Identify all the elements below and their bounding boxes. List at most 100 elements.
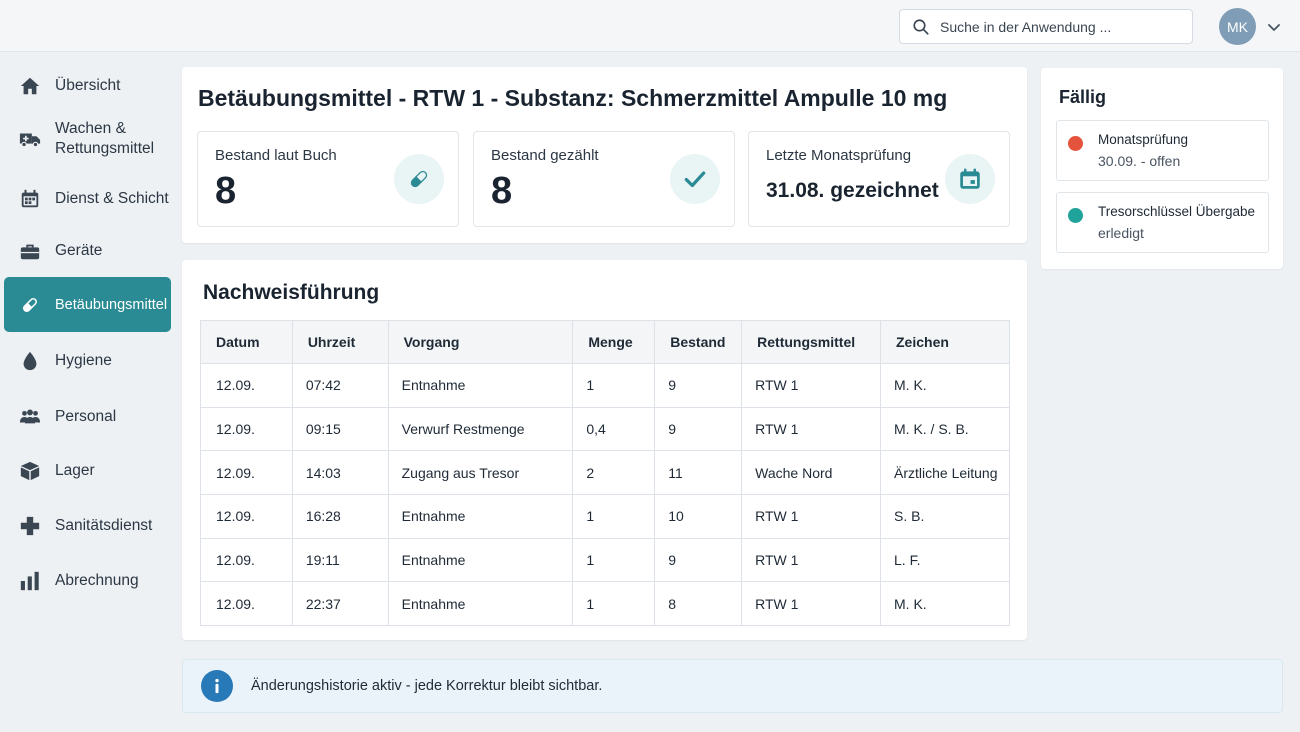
stat-label: Bestand laut Buch	[215, 147, 337, 164]
cell-zeichen: M. K.	[880, 581, 1010, 627]
due-item-title: Monatsprüfung	[1098, 132, 1189, 147]
briefcase-icon	[19, 240, 41, 262]
pill-icon	[19, 294, 41, 316]
stat-label: Bestand gezählt	[491, 147, 599, 164]
table-row[interactable]: 12.09. 19:11 Entnahme 1 9 RTW 1 L. F.	[200, 537, 1010, 583]
sidebar-item-label: Sanitätsdienst	[55, 517, 153, 534]
info-bar: Änderungshistorie aktiv - jede Korrektur…	[182, 659, 1283, 713]
calendar-icon	[19, 188, 41, 210]
table-row[interactable]: 12.09. 14:03 Zugang aus Tresor 2 11 Wach…	[200, 450, 1010, 496]
cell-zeichen: M. K. / S. B.	[880, 406, 1010, 452]
status-dot-done	[1068, 208, 1083, 223]
column-header-zeichen[interactable]: Zeichen	[880, 320, 1010, 364]
stat-label: Letzte Monatsprüfung	[766, 147, 912, 164]
cell-datum: 12.09.	[200, 494, 293, 539]
drop-icon	[19, 350, 41, 372]
cell-uhrzeit: 22:37	[291, 581, 389, 627]
calendar-icon	[945, 154, 995, 204]
cell-uhrzeit: 19:11	[291, 537, 389, 583]
log-table: Datum Uhrzeit Vorgang Menge Bestand Rett…	[200, 320, 1010, 627]
cell-zeichen: S. B.	[880, 494, 1010, 539]
table-row[interactable]: 12.09. 16:28 Entnahme 1 10 RTW 1 S. B.	[200, 494, 1010, 539]
search-box[interactable]	[899, 9, 1193, 44]
sidebar-item-uebersicht[interactable]: Übersicht	[4, 69, 171, 103]
due-item-status: 30.09. - offen	[1098, 153, 1181, 169]
sidebar-item-label: Personal	[55, 408, 117, 425]
column-header-uhrzeit[interactable]: Uhrzeit	[291, 320, 389, 364]
sidebar-item-label: Geräte	[55, 242, 103, 259]
cell-menge: 1	[572, 537, 656, 583]
sidebar: Übersicht Wachen & Rettungsmittel Dienst…	[0, 52, 176, 732]
cell-bestand: 8	[654, 581, 743, 627]
section-title: Nachweisführung	[203, 281, 380, 304]
cell-uhrzeit: 14:03	[291, 450, 389, 496]
cell-rettungsmittel: RTW 1	[741, 537, 881, 583]
due-panel: Fällig Monatsprüfung 30.09. - offen Tres…	[1041, 68, 1283, 269]
stat-counted-stock: Bestand gezählt 8	[473, 131, 735, 227]
due-item-key-handover[interactable]: Tresorschlüssel Übergabe erledigt	[1056, 192, 1269, 253]
column-header-menge[interactable]: Menge	[572, 320, 656, 364]
table-row[interactable]: 12.09. 22:37 Entnahme 1 8 RTW 1 M. K.	[200, 581, 1010, 627]
column-header-datum[interactable]: Datum	[200, 320, 293, 364]
cell-datum: 12.09.	[200, 581, 293, 627]
people-icon	[19, 406, 41, 428]
sidebar-item-label: Betäubungsmittel	[55, 296, 168, 313]
search-input[interactable]	[940, 18, 1180, 35]
column-header-vorgang[interactable]: Vorgang	[387, 320, 574, 364]
due-title: Fällig	[1059, 87, 1107, 107]
sidebar-item-label: Hygiene	[55, 352, 112, 369]
check-icon	[670, 154, 720, 204]
sidebar-item-label: Übersicht	[55, 77, 121, 94]
cell-vorgang: Entnahme	[387, 537, 574, 583]
search-icon	[913, 18, 929, 35]
sidebar-item-abrechnung[interactable]: Abrechnung	[4, 564, 171, 598]
sidebar-item-lager[interactable]: Lager	[4, 454, 171, 488]
cell-bestand: 9	[654, 537, 743, 583]
table-row[interactable]: 12.09. 07:42 Entnahme 1 9 RTW 1 M. K.	[200, 363, 1010, 408]
sidebar-item-wachen[interactable]: Wachen & Rettungsmittel	[4, 118, 171, 160]
ambulance-icon	[19, 128, 41, 150]
cell-rettungsmittel: Wache Nord	[741, 450, 881, 496]
cell-menge: 1	[572, 363, 656, 408]
cell-datum: 12.09.	[200, 406, 293, 452]
cell-uhrzeit: 09:15	[291, 406, 389, 452]
status-dot-open	[1068, 136, 1083, 151]
cell-zeichen: Ärztliche Leitung	[880, 450, 1010, 496]
cell-zeichen: M. K.	[880, 363, 1010, 408]
cross-icon	[19, 515, 41, 537]
sidebar-item-sanitaetsdienst[interactable]: Sanitätsdienst	[4, 509, 171, 543]
due-item-status: erledigt	[1098, 225, 1144, 241]
sidebar-item-hygiene[interactable]: Hygiene	[4, 344, 171, 378]
stat-last-monthly-check: Letzte Monatsprüfung 31.08. gezeichnet	[748, 131, 1010, 227]
cell-rettungsmittel: RTW 1	[741, 494, 881, 539]
cell-vorgang: Entnahme	[387, 494, 574, 539]
stat-value: 8	[491, 170, 513, 212]
top-bar: MK	[0, 0, 1300, 52]
log-card: Nachweisführung Datum Uhrzeit Vorgang Me…	[182, 260, 1027, 640]
due-item-title: Tresorschlüssel Übergabe	[1098, 204, 1256, 219]
bar-chart-icon	[19, 570, 41, 592]
cell-rettungsmittel: RTW 1	[741, 363, 881, 408]
chevron-down-icon[interactable]	[1266, 19, 1282, 35]
cell-bestand: 9	[654, 406, 743, 452]
table-row[interactable]: 12.09. 09:15 Verwurf Restmenge 0,4 9 RTW…	[200, 406, 1010, 452]
cell-datum: 12.09.	[200, 450, 293, 496]
sidebar-item-geraete[interactable]: Geräte	[4, 234, 171, 268]
pill-icon	[394, 154, 444, 204]
sidebar-item-betaeubungsmittel[interactable]: Betäubungsmittel	[4, 277, 171, 332]
cell-menge: 1	[572, 494, 656, 539]
table-header-row: Datum Uhrzeit Vorgang Menge Bestand Rett…	[200, 320, 1010, 364]
info-icon	[201, 670, 233, 702]
sidebar-item-personal[interactable]: Personal	[4, 400, 171, 434]
cell-rettungsmittel: RTW 1	[741, 581, 881, 627]
cell-bestand: 10	[654, 494, 743, 539]
cell-bestand: 11	[654, 450, 743, 496]
home-icon	[19, 75, 41, 97]
cell-menge: 1	[572, 581, 656, 627]
due-item-monthly-check[interactable]: Monatsprüfung 30.09. - offen	[1056, 120, 1269, 181]
column-header-rettungsmittel[interactable]: Rettungsmittel	[741, 320, 881, 364]
user-avatar[interactable]: MK	[1219, 8, 1256, 45]
column-header-bestand[interactable]: Bestand	[654, 320, 743, 364]
sidebar-item-label: Dienst & Schicht	[55, 190, 169, 207]
sidebar-item-dienst[interactable]: Dienst & Schicht	[4, 182, 171, 216]
